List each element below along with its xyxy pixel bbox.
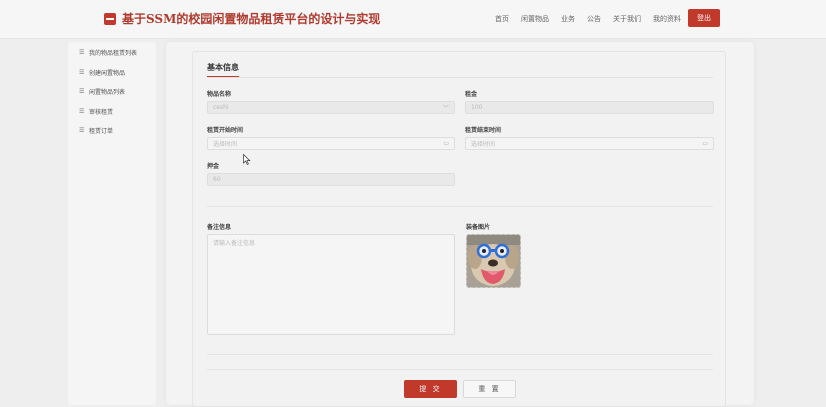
remarks-label: 备注信息 bbox=[207, 224, 232, 231]
start-time-picker[interactable]: 选择时间 ▭ bbox=[207, 137, 455, 150]
sidebar-item-label: 闲置物品列表 bbox=[89, 89, 126, 97]
section-title-underline bbox=[207, 76, 239, 77]
sidebar-item-label: 租赁订单 bbox=[89, 128, 114, 136]
deposit-field[interactable]: 60 bbox=[207, 173, 455, 186]
list-icon: ☰ bbox=[79, 68, 85, 76]
nav-item-announcements[interactable]: 公告 bbox=[587, 14, 601, 24]
reset-button[interactable]: 重 置 bbox=[463, 380, 516, 398]
sidebar: ☰ 我的物品租赁列表 ☰ 创建闲置物品 ☰ 闲置物品列表 ☰ 审核租赁 ☰ 租赁… bbox=[68, 42, 156, 405]
end-time-label: 租赁结束时间 bbox=[465, 127, 502, 134]
divider bbox=[207, 369, 713, 370]
start-time-placeholder: 选择时间 bbox=[213, 141, 238, 148]
nav-item-my-profile[interactable]: 我的资料 bbox=[653, 14, 681, 24]
chevron-down-icon: ﹀ bbox=[442, 105, 449, 112]
section-title: 基本信息 bbox=[207, 63, 239, 72]
list-icon: ☰ bbox=[79, 127, 85, 135]
equipment-image[interactable] bbox=[466, 234, 521, 288]
rent-value: 100 bbox=[471, 104, 483, 111]
rent-label: 租金 bbox=[465, 91, 478, 98]
sidebar-item-my-rentals[interactable]: ☰ 我的物品租赁列表 bbox=[68, 43, 156, 63]
calendar-icon: ▭ bbox=[443, 140, 449, 147]
sidebar-item-label: 创建闲置物品 bbox=[89, 69, 126, 77]
equipment-image-label: 装备图片 bbox=[466, 224, 491, 231]
divider bbox=[207, 354, 713, 355]
calendar-icon: ▭ bbox=[702, 140, 708, 147]
remarks-textarea[interactable]: 请输入备注信息 bbox=[207, 234, 455, 335]
nav-item-idle-items[interactable]: 闲置物品 bbox=[521, 14, 549, 24]
item-name-value: ceshi bbox=[213, 104, 229, 111]
list-icon: ☰ bbox=[79, 88, 85, 96]
book-icon bbox=[104, 12, 116, 25]
nav-item-home[interactable]: 首页 bbox=[495, 14, 509, 24]
deposit-value: 60 bbox=[213, 176, 221, 183]
deposit-label: 押金 bbox=[207, 163, 220, 170]
item-name-label: 物品名称 bbox=[207, 91, 232, 98]
list-icon: ☰ bbox=[79, 107, 85, 115]
sidebar-item-rental-orders[interactable]: ☰ 租赁订单 bbox=[68, 121, 156, 141]
item-name-select[interactable]: ceshi ﹀ bbox=[207, 101, 455, 114]
start-time-label: 租赁开始时间 bbox=[207, 127, 244, 134]
nav-item-about[interactable]: 关于我们 bbox=[613, 14, 641, 24]
end-time-placeholder: 选择时间 bbox=[471, 141, 496, 148]
dog-photo-icon bbox=[467, 235, 520, 287]
logout-button[interactable]: 登出 bbox=[688, 9, 720, 27]
cursor-icon bbox=[243, 154, 251, 165]
divider bbox=[207, 77, 713, 78]
rent-field[interactable]: 100 bbox=[465, 101, 714, 114]
site-title: 基于SSM的校园闲置物品租赁平台的设计与实现 bbox=[122, 12, 381, 26]
submit-button[interactable]: 提 交 bbox=[404, 380, 457, 398]
list-icon: ☰ bbox=[79, 49, 85, 57]
sidebar-item-label: 审核租赁 bbox=[89, 108, 114, 116]
site-logo[interactable]: 基于SSM的校园闲置物品租赁平台的设计与实现 bbox=[104, 10, 380, 27]
sidebar-item-review-rentals[interactable]: ☰ 审核租赁 bbox=[68, 102, 156, 122]
sidebar-item-item-list[interactable]: ☰ 闲置物品列表 bbox=[68, 82, 156, 102]
nav-item-business[interactable]: 业务 bbox=[561, 14, 575, 24]
main-nav: 首页 闲置物品 业务 公告 关于我们 我的资料 bbox=[495, 14, 681, 24]
sidebar-item-label: 我的物品租赁列表 bbox=[89, 50, 138, 58]
top-bar: 基于SSM的校园闲置物品租赁平台的设计与实现 首页 闲置物品 业务 公告 关于我… bbox=[0, 0, 826, 39]
divider bbox=[207, 206, 713, 207]
sidebar-item-create-item[interactable]: ☰ 创建闲置物品 bbox=[68, 63, 156, 83]
end-time-picker[interactable]: 选择时间 ▭ bbox=[465, 137, 714, 150]
remarks-placeholder: 请输入备注信息 bbox=[213, 240, 256, 247]
